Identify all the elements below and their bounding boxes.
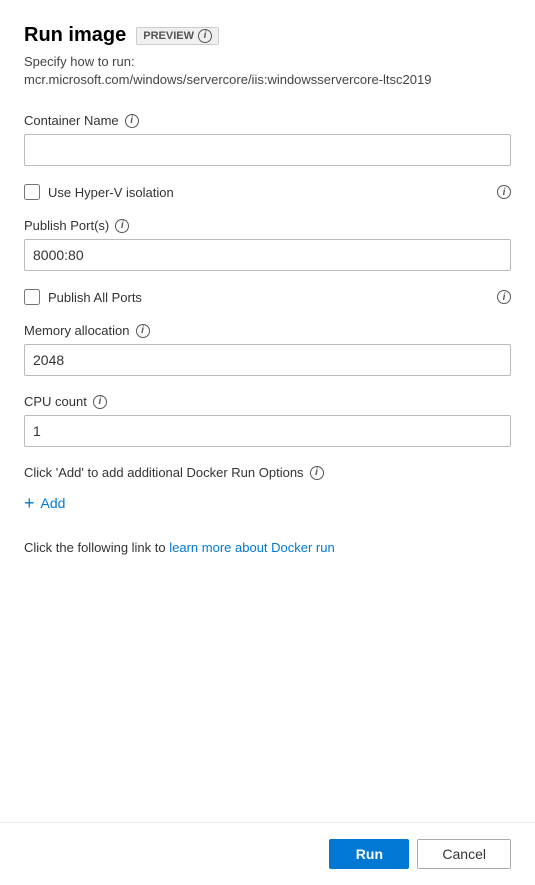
subtitle: Specify how to run: mcr.microsoft.com/wi…	[24, 53, 511, 89]
add-button-label: Add	[41, 495, 66, 511]
cpu-count-info-icon[interactable]: i	[93, 395, 107, 409]
publish-all-ports-label: Publish All Ports	[48, 290, 142, 305]
preview-info-icon[interactable]: i	[198, 29, 212, 43]
publish-all-ports-checkbox[interactable]	[24, 289, 40, 305]
subtitle-prefix: Specify how to run:	[24, 54, 135, 69]
preview-badge-label: PREVIEW	[143, 30, 194, 42]
docker-run-link[interactable]: learn more about Docker run	[169, 540, 334, 555]
publish-all-ports-row: Publish All Ports i	[24, 289, 511, 305]
publish-ports-label: Publish Port(s) i	[24, 218, 511, 233]
plus-icon: +	[24, 494, 35, 512]
publish-ports-group: Publish Port(s) i	[24, 218, 511, 271]
add-docker-options-section: Click 'Add' to add additional Docker Run…	[24, 465, 511, 516]
hyper-v-row: Use Hyper-V isolation i	[24, 184, 511, 200]
add-options-info-icon[interactable]: i	[310, 466, 324, 480]
memory-allocation-input[interactable]	[24, 344, 511, 376]
memory-allocation-group: Memory allocation i	[24, 323, 511, 376]
cancel-button[interactable]: Cancel	[417, 839, 511, 869]
hyper-v-checkbox[interactable]	[24, 184, 40, 200]
container-name-input[interactable]	[24, 134, 511, 166]
bottom-buttons: Run Cancel	[0, 822, 535, 885]
container-name-info-icon[interactable]: i	[125, 114, 139, 128]
publish-all-ports-info-icon[interactable]: i	[497, 290, 511, 304]
add-description: Click 'Add' to add additional Docker Run…	[24, 465, 511, 480]
memory-allocation-info-icon[interactable]: i	[136, 324, 150, 338]
publish-ports-input[interactable]	[24, 239, 511, 271]
hyper-v-info-icon[interactable]: i	[497, 185, 511, 199]
publish-ports-info-icon[interactable]: i	[115, 219, 129, 233]
cpu-count-input[interactable]	[24, 415, 511, 447]
run-button[interactable]: Run	[329, 839, 409, 869]
container-name-group: Container Name i	[24, 113, 511, 166]
page-title: Run image	[24, 24, 126, 47]
memory-allocation-label: Memory allocation i	[24, 323, 511, 338]
image-name: mcr.microsoft.com/windows/servercore/iis…	[24, 72, 431, 87]
container-name-label: Container Name i	[24, 113, 511, 128]
preview-badge: PREVIEW i	[136, 27, 219, 45]
footer-prefix: Click the following link to	[24, 540, 166, 555]
cpu-count-group: CPU count i	[24, 394, 511, 447]
add-button[interactable]: + Add	[24, 490, 65, 516]
footer-text: Click the following link to learn more a…	[24, 540, 511, 555]
cpu-count-label: CPU count i	[24, 394, 511, 409]
hyper-v-label: Use Hyper-V isolation	[48, 185, 174, 200]
